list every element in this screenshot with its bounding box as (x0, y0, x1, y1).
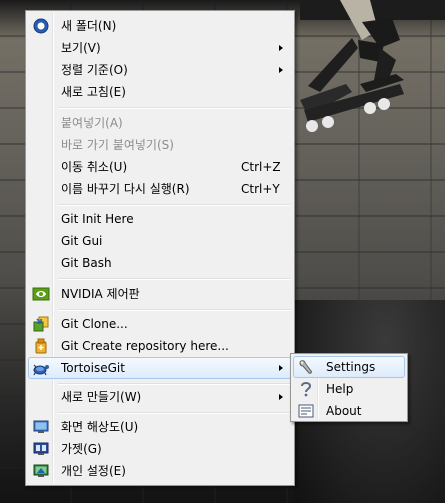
menu-item-label: Git Clone... (61, 317, 128, 331)
menu-item-label: 가젯(G) (61, 442, 102, 456)
menu-item-refresh[interactable]: 새로 고침(E) (28, 81, 292, 103)
personalize-icon (33, 464, 49, 477)
menu-item-label: 화면 해상도(U) (61, 420, 139, 434)
menu-item-label: 새 폴더(N) (61, 19, 117, 33)
about-icon (298, 404, 314, 418)
menu-item-label: 이름 바꾸기 다시 실행(R) (61, 182, 190, 196)
menu-item-git-clone[interactable]: Git Clone... (28, 313, 292, 335)
menu-item-label: 정렬 기준(O) (61, 63, 128, 77)
menu-item-view[interactable]: 보기(V) (28, 37, 292, 59)
menu-item-git-bash[interactable]: Git Bash (28, 252, 292, 274)
menu-item-label: Git Init Here (61, 212, 134, 226)
menu-item-redo-rename[interactable]: 이름 바꾸기 다시 실행(R) Ctrl+Y (28, 178, 292, 200)
menu-item-nvidia-control-panel[interactable]: NVIDIA 제어판 (28, 283, 292, 305)
submenu-arrow-icon (279, 45, 283, 51)
menu-item-label: 바로 가기 붙여넣기(S) (61, 138, 174, 152)
menu-separator (58, 412, 291, 414)
menu-item-label: 보기(V) (61, 41, 101, 55)
settings-wrench-icon (299, 360, 312, 374)
menu-item-screen-resolution[interactable]: 화면 해상도(U) (28, 416, 292, 438)
menu-item-label: 개인 설정(E) (61, 464, 126, 478)
menu-item-new[interactable]: 새로 만들기(W) (28, 386, 292, 408)
menu-item-shortcut: Ctrl+Z (241, 160, 281, 174)
wallpaper-skater-image (300, 0, 445, 132)
submenu-item-settings[interactable]: Settings (293, 356, 405, 378)
tortoisegit-submenu: Settings Help About (290, 353, 408, 422)
menu-item-gadgets[interactable]: 가젯(G) (28, 438, 292, 460)
menu-item-label: Git Bash (61, 256, 112, 270)
menu-separator (58, 309, 291, 311)
submenu-item-label: Settings (326, 360, 376, 374)
submenu-item-about[interactable]: About (293, 400, 405, 422)
submenu-item-label: Help (326, 382, 354, 396)
menu-item-label: 붙여넣기(A) (61, 116, 123, 130)
help-icon (301, 382, 312, 397)
submenu-arrow-icon (279, 67, 283, 73)
menu-item-label: 새로 만들기(W) (61, 390, 142, 404)
menu-separator (58, 107, 291, 109)
new-folder-icon (33, 18, 49, 34)
menu-item-git-init-here[interactable]: Git Init Here (28, 208, 292, 230)
menu-item-tortoisegit[interactable]: TortoiseGit (28, 357, 292, 379)
menu-item-paste: 붙여넣기(A) (28, 112, 292, 134)
menu-item-paste-shortcut: 바로 가기 붙여넣기(S) (28, 134, 292, 156)
submenu-arrow-icon (279, 394, 283, 400)
gadgets-icon (33, 442, 49, 455)
git-clone-icon (33, 316, 49, 332)
menu-item-label: TortoiseGit (61, 361, 125, 375)
tortoisegit-icon (33, 364, 49, 376)
menu-separator (58, 278, 291, 280)
nvidia-icon (32, 287, 50, 301)
menu-item-personalize[interactable]: 개인 설정(E) (28, 460, 292, 482)
menu-item-undo-move[interactable]: 이동 취소(U) Ctrl+Z (28, 156, 292, 178)
submenu-item-label: About (326, 404, 362, 418)
menu-item-shortcut: Ctrl+Y (241, 182, 280, 196)
menu-item-label: Git Create repository here... (61, 339, 229, 353)
menu-item-label: 새로 고침(E) (61, 85, 126, 99)
screen-resolution-icon (33, 420, 49, 433)
menu-item-label: Git Gui (61, 234, 103, 248)
submenu-arrow-icon (279, 365, 283, 371)
menu-item-git-create-repository[interactable]: Git Create repository here... (28, 335, 292, 357)
menu-separator (58, 383, 291, 385)
submenu-item-help[interactable]: Help (293, 378, 405, 400)
menu-separator (58, 204, 291, 206)
menu-item-new-folder[interactable]: 새 폴더(N) (28, 15, 292, 37)
menu-item-label: 이동 취소(U) (61, 160, 128, 174)
desktop-context-menu: 새 폴더(N) 보기(V) 정렬 기준(O) 새로 고침(E) 붙여넣기(A) … (25, 10, 295, 486)
git-create-repo-icon (35, 338, 47, 354)
menu-item-sort-by[interactable]: 정렬 기준(O) (28, 59, 292, 81)
menu-item-label: NVIDIA 제어판 (61, 287, 140, 301)
menu-item-git-gui[interactable]: Git Gui (28, 230, 292, 252)
